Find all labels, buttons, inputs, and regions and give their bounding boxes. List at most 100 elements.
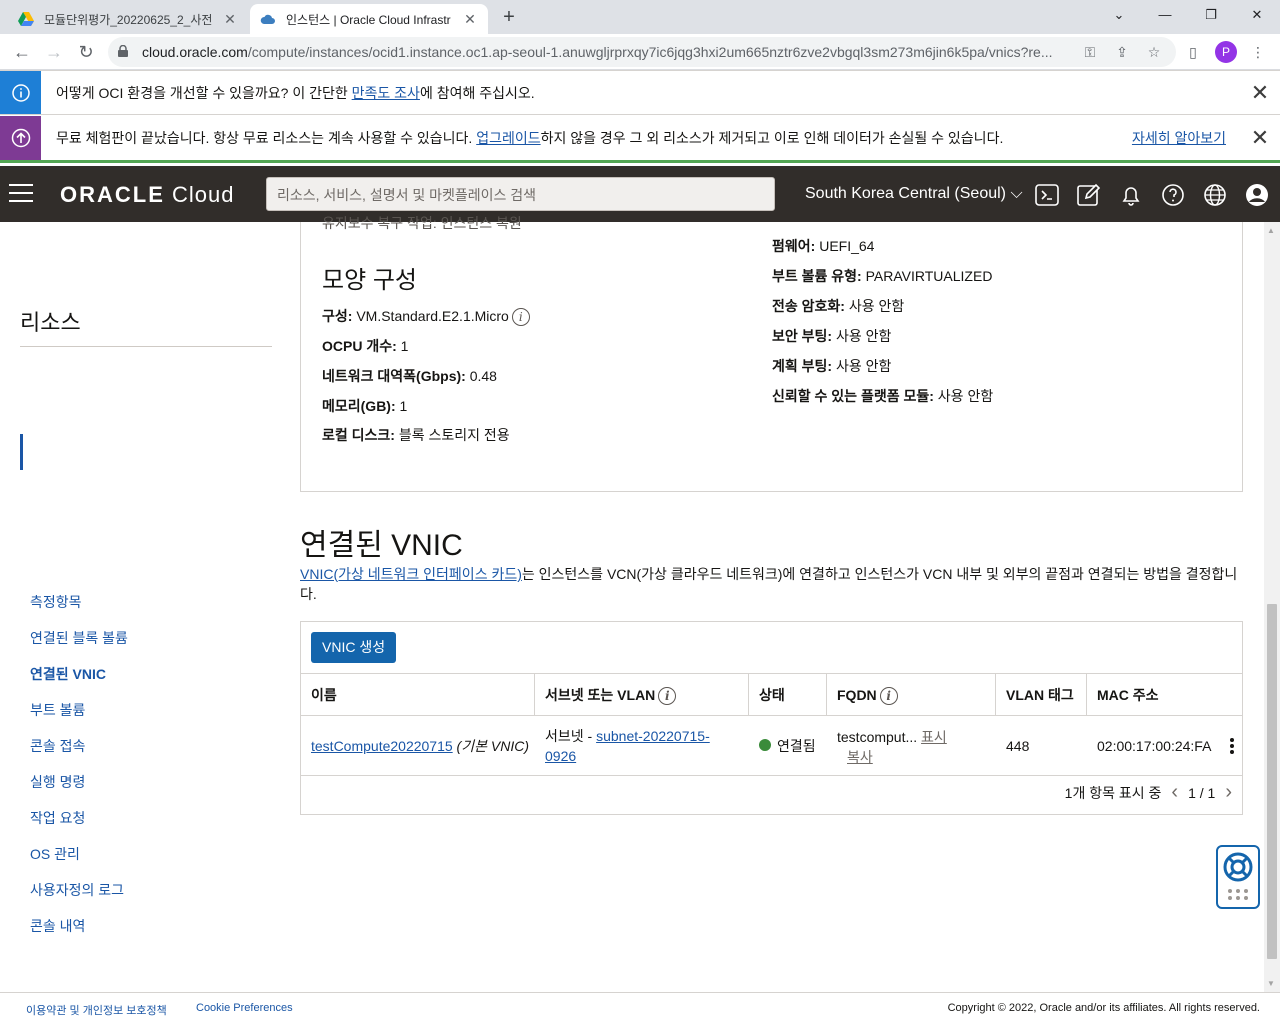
close-icon[interactable]: ✕ [1240, 80, 1280, 106]
trial-ended-banner: 무료 체험판이 끝났습니다. 항상 무료 리소스는 계속 사용할 수 있습니다.… [0, 116, 1280, 163]
column-header-subnet[interactable]: 서브넷 또는 VLAN i [535, 674, 749, 716]
edit-icon[interactable] [1076, 182, 1102, 208]
divider [20, 346, 272, 347]
browser-tab-oracle[interactable]: 인스턴스 | Oracle Cloud Infrastr ✕ [250, 4, 488, 34]
vnic-doc-link[interactable]: VNIC(가상 네트워크 인터페이스 카드) [300, 566, 522, 582]
shape-config-row: 구성: VM.Standard.E2.1.Micro i [322, 306, 530, 327]
vnic-table: VNIC 생성 이름 서브넷 또는 VLAN i 상태 FQDN i VLAN 태그… [300, 621, 1243, 815]
tab-search-icon[interactable]: ⌄ [1096, 4, 1142, 28]
resource-item-run-command[interactable]: 실행 명령 [30, 772, 85, 792]
close-tab-icon[interactable]: ✕ [222, 11, 238, 28]
profile-avatar[interactable]: P [1215, 41, 1237, 63]
bandwidth-row: 네트워크 대역폭(Gbps): 0.48 [322, 368, 497, 384]
scroll-down-icon[interactable]: ▼ [1267, 979, 1275, 988]
browser-tabstrip: 모듈단위평가_20220625_2_사전 ✕ 인스턴스 | Oracle Clo… [0, 0, 1280, 34]
create-vnic-button[interactable]: VNIC 생성 [311, 632, 397, 663]
oracle-cloud-logo[interactable]: ORACLE Cloud [60, 182, 235, 208]
row-actions-kebab-icon[interactable] [1230, 738, 1234, 756]
upgrade-arrow-icon [0, 116, 41, 160]
vnic-description: VNIC(가상 네트워크 인터페이스 카드)는 인스턴스를 VCN(가상 클라우… [300, 566, 1238, 602]
ocpu-row: OCPU 개수: 1 [322, 338, 409, 354]
region-selector[interactable]: South Korea Central (Seoul) ⌵ [805, 185, 1023, 203]
minimize-button[interactable]: — [1142, 4, 1188, 28]
column-header-name[interactable]: 이름 [301, 674, 535, 716]
upgrade-link[interactable]: 업그레이드 [476, 130, 540, 146]
cell-name: testCompute20220715 (기본 VNIC) [311, 738, 529, 754]
fqdn-show-link[interactable]: 표시 [921, 729, 947, 745]
resource-item-console-history[interactable]: 콘솔 내역 [30, 916, 85, 936]
share-icon[interactable]: ⇪ [1114, 44, 1130, 60]
close-icon[interactable]: ✕ [1240, 125, 1280, 151]
page-scrollbar[interactable]: ▲ ▼ [1264, 222, 1280, 992]
search-input[interactable]: 리소스, 서비스, 설명서 및 마켓플레이스 검색 [266, 177, 775, 211]
scrollbar-thumb[interactable] [1267, 604, 1277, 959]
cookie-preferences-link[interactable]: Cookie Preferences [196, 1002, 293, 1014]
cell-vlan-tag: 448 [1006, 738, 1030, 754]
browser-tab-google-drive[interactable]: 모듈단위평가_20220625_2_사전 ✕ [8, 4, 248, 34]
bell-icon[interactable] [1118, 182, 1144, 208]
new-tab-button[interactable]: + [497, 6, 521, 30]
resources-heading: 리소스 [20, 310, 81, 335]
info-icon[interactable]: i [511, 308, 530, 327]
measured-boot-row: 계획 부팅: 사용 안함 [772, 358, 892, 374]
page-footer: 이용약관 및 개인정보 보호정책 Cookie Preferences Copy… [0, 992, 1280, 1024]
cell-fqdn: testcomput... 표시 복사 [837, 729, 947, 765]
cloud-shell-icon[interactable] [1034, 182, 1060, 208]
info-icon[interactable]: i [879, 687, 898, 706]
address-bar[interactable]: cloud.oracle.com/compute/instances/ocid1… [108, 37, 1176, 67]
trial-message: 무료 체험판이 끝났습니다. 항상 무료 리소스는 계속 사용할 수 있습니다.… [56, 130, 1004, 146]
resource-item-boot-volume[interactable]: 부트 볼륨 [30, 700, 85, 720]
table-row: testCompute20220715 (기본 VNIC) 서브넷 - subn… [301, 716, 1242, 776]
column-header-state[interactable]: 상태 [749, 674, 827, 716]
cloud-icon [260, 14, 275, 24]
next-page-icon[interactable]: › [1225, 781, 1232, 804]
resource-item-metrics[interactable]: 측정항목 [30, 592, 82, 612]
resource-item-console-connection[interactable]: 콘솔 접속 [30, 736, 85, 756]
boot-volume-type-row: 부트 볼륨 유형: PARAVIRTUALIZED [772, 268, 993, 284]
prev-page-icon[interactable]: ‹ [1171, 781, 1178, 804]
hamburger-menu-icon[interactable] [9, 184, 33, 204]
help-widget-button[interactable] [1216, 845, 1260, 909]
survey-message: 어떻게 OCI 환경을 개선할 수 있을까요? 이 간단한 만족도 조사에 참여… [56, 84, 535, 101]
survey-link[interactable]: 만족도 조사 [352, 85, 420, 101]
forward-arrow-icon[interactable]: → [42, 40, 66, 64]
column-header-mac[interactable]: MAC 주소 [1087, 674, 1242, 716]
globe-icon[interactable] [1202, 182, 1228, 208]
instance-details-panel: 유지보수 복구 작업: 인스턴스 복원 모양 구성 구성: VM.Standar… [300, 215, 1243, 492]
learn-more-link[interactable]: 자세히 알아보기 [1132, 128, 1226, 148]
in-transit-encryption-row: 전송 암호화: 사용 안함 [772, 298, 905, 314]
memory-row: 메모리(GB): 1 [322, 398, 408, 414]
resource-item-custom-logs[interactable]: 사용자정의 로그 [30, 880, 124, 900]
copyright-text: Copyright © 2022, Oracle and/or its affi… [947, 1002, 1260, 1014]
firmware-row: 펌웨어: UEFI_64 [772, 238, 875, 254]
close-window-button[interactable]: ✕ [1234, 4, 1280, 28]
column-header-fqdn[interactable]: FQDN i [827, 674, 996, 716]
scroll-up-icon[interactable]: ▲ [1267, 226, 1275, 235]
pagination: 1개 항목 표시 중 ‹ 1 / 1 › [1065, 781, 1232, 804]
table-header: 이름 서브넷 또는 VLAN i 상태 FQDN i VLAN 태그 MAC 주소 [301, 673, 1242, 716]
menu-kebab-icon[interactable]: ⋮ [1248, 42, 1268, 62]
close-tab-icon[interactable]: ✕ [462, 11, 478, 28]
reload-icon[interactable]: ↻ [74, 40, 98, 64]
terms-link[interactable]: 이용약관 및 개인정보 보호정책 [26, 1002, 167, 1018]
resource-item-attached-vnics[interactable]: 연결된 VNIC [30, 664, 106, 684]
resource-item-work-requests[interactable]: 작업 요청 [30, 808, 85, 828]
resource-item-block-volumes[interactable]: 연결된 블록 볼륨 [30, 628, 128, 648]
bookmark-star-icon[interactable]: ☆ [1146, 44, 1162, 60]
key-icon[interactable]: ⚿ [1082, 44, 1098, 60]
help-icon[interactable] [1160, 182, 1186, 208]
back-arrow-icon[interactable]: ← [10, 40, 34, 64]
column-header-vlan-tag[interactable]: VLAN 태그 [996, 674, 1087, 716]
local-disk-row: 로컬 디스크: 블록 스토리지 전용 [322, 427, 510, 443]
fqdn-copy-link[interactable]: 복사 [847, 749, 873, 765]
tab-title: 인스턴스 | Oracle Cloud Infrastr [286, 12, 451, 27]
side-panel-icon[interactable]: ▯ [1183, 42, 1203, 62]
user-profile-icon[interactable] [1244, 182, 1270, 208]
vnic-name-link[interactable]: testCompute20220715 [311, 738, 453, 754]
maintenance-recovery-row: 유지보수 복구 작업: 인스턴스 복원 [322, 215, 522, 231]
maximize-button[interactable]: ❐ [1188, 4, 1234, 28]
info-icon[interactable]: i [658, 687, 677, 706]
lock-icon [118, 45, 128, 57]
cell-mac: 02:00:17:00:24:FA [1097, 738, 1212, 754]
resource-item-os-management[interactable]: OS 관리 [30, 844, 80, 864]
